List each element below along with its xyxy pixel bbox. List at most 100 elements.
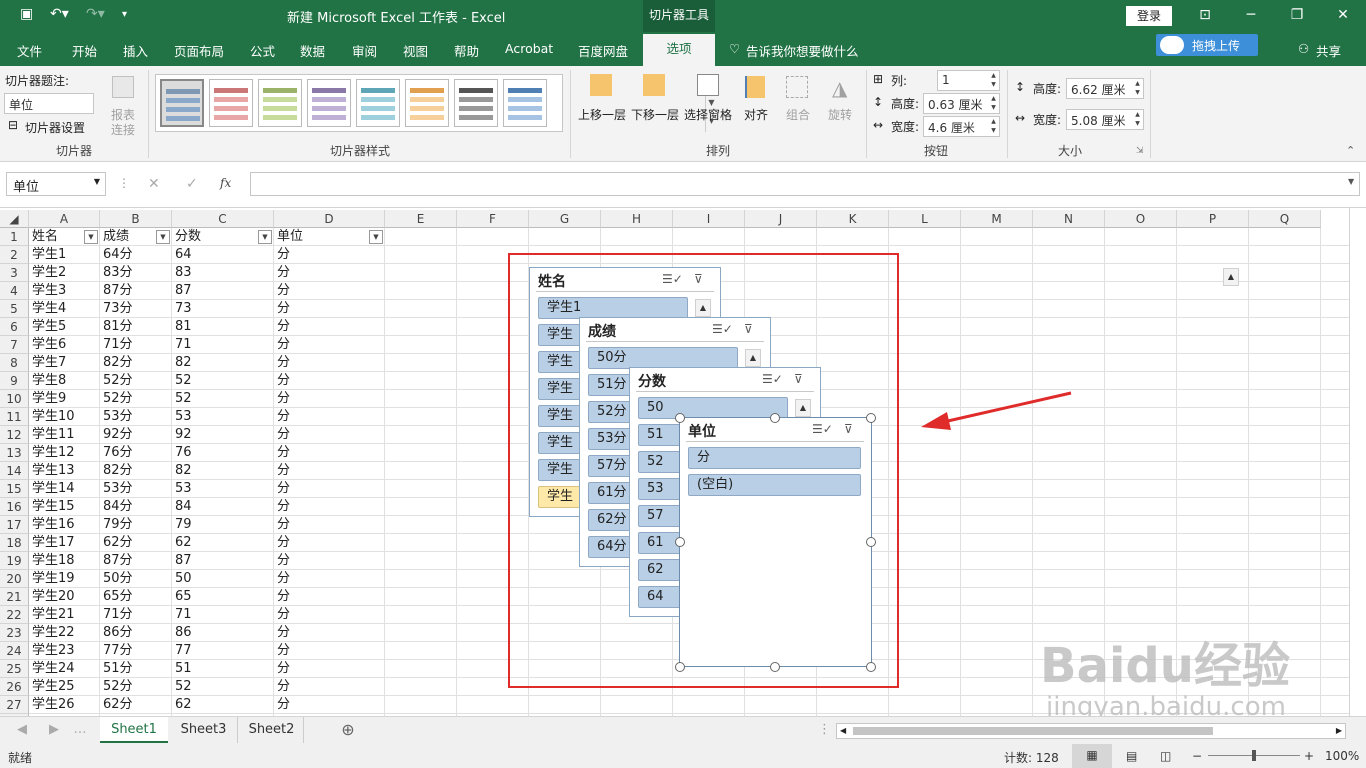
row-header[interactable]: 27 xyxy=(0,696,29,714)
row-header[interactable]: 24 xyxy=(0,642,29,660)
table-cell[interactable]: 71 xyxy=(172,606,274,624)
table-cell[interactable]: 分 xyxy=(274,624,385,642)
collapse-ribbon-icon[interactable]: ⌃ xyxy=(1346,144,1355,157)
tab-formulas[interactable]: 公式 xyxy=(250,41,275,60)
table-cell[interactable]: 学生25 xyxy=(29,678,100,696)
sheet-tab-sheet1[interactable]: Sheet1 xyxy=(100,717,168,743)
table-cell[interactable]: 65 xyxy=(172,588,274,606)
table-cell[interactable]: 学生5 xyxy=(29,318,100,336)
enter-icon[interactable]: ✓ xyxy=(186,176,198,192)
expand-formula-bar-icon[interactable]: ▼ xyxy=(1348,177,1354,186)
row-header[interactable]: 10 xyxy=(0,390,29,408)
tab-page-layout[interactable]: 页面布局 xyxy=(174,41,224,60)
table-cell[interactable]: 86 xyxy=(172,624,274,642)
column-header[interactable]: C xyxy=(172,210,274,228)
table-cell[interactable]: 87分 xyxy=(100,552,172,570)
table-cell[interactable]: 分 xyxy=(274,588,385,606)
button-height-spinner-icon[interactable]: ▲ ▼ xyxy=(988,94,999,113)
table-cell[interactable]: 学生7 xyxy=(29,354,100,372)
filter-dropdown-icon[interactable]: ▼ xyxy=(258,230,272,244)
table-cell[interactable]: 71分 xyxy=(100,606,172,624)
table-cell[interactable]: 84 xyxy=(172,498,274,516)
save-icon[interactable]: ▣ xyxy=(20,6,33,22)
scroll-left-icon[interactable]: ◀ xyxy=(840,726,846,735)
selection-pane-button[interactable]: 选择窗格 xyxy=(684,106,732,123)
tab-insert[interactable]: 插入 xyxy=(123,41,148,60)
table-cell[interactable]: 76分 xyxy=(100,444,172,462)
table-cell[interactable]: 82 xyxy=(172,462,274,480)
table-cell[interactable]: 学生15 xyxy=(29,498,100,516)
zoom-out-icon[interactable]: − xyxy=(1192,749,1202,763)
tab-help[interactable]: 帮助 xyxy=(454,41,479,60)
column-header[interactable]: N xyxy=(1033,210,1105,228)
column-header[interactable]: J xyxy=(745,210,817,228)
ribbon-display-options-icon[interactable]: ⊡ xyxy=(1182,0,1228,32)
table-cell[interactable]: 73分 xyxy=(100,300,172,318)
table-cell[interactable]: 分 xyxy=(274,678,385,696)
table-cell[interactable]: 学生26 xyxy=(29,696,100,714)
row-header[interactable]: 18 xyxy=(0,534,29,552)
row-header[interactable]: 15 xyxy=(0,480,29,498)
zoom-level[interactable]: 100% xyxy=(1325,749,1359,763)
login-button[interactable]: 登录 xyxy=(1126,6,1172,26)
slicer-scroll-up-icon[interactable]: ▲ xyxy=(1223,268,1239,286)
zoom-slider-thumb[interactable] xyxy=(1252,750,1256,761)
table-cell[interactable]: 77分 xyxy=(100,642,172,660)
zoom-in-icon[interactable]: + xyxy=(1304,749,1314,763)
slicer-style-swatch[interactable] xyxy=(209,79,253,127)
restore-icon[interactable]: ❐ xyxy=(1274,0,1320,32)
redo-icon[interactable]: ↷▾ xyxy=(86,6,105,22)
row-header[interactable]: 9 xyxy=(0,372,29,390)
table-cell[interactable]: 分 xyxy=(274,354,385,372)
table-cell[interactable]: 53分 xyxy=(100,408,172,426)
table-cell[interactable]: 分 xyxy=(274,408,385,426)
table-cell[interactable]: 分 xyxy=(274,336,385,354)
column-header[interactable]: G xyxy=(529,210,601,228)
table-cell[interactable]: 86分 xyxy=(100,624,172,642)
table-cell[interactable]: 52分 xyxy=(100,390,172,408)
normal-view-icon[interactable]: ▦ xyxy=(1072,744,1112,768)
column-header[interactable]: L xyxy=(889,210,961,228)
cancel-icon[interactable]: ✕ xyxy=(148,176,160,192)
table-cell[interactable]: 51 xyxy=(172,660,274,678)
table-cell[interactable]: 分 xyxy=(274,498,385,516)
table-cell[interactable]: 71 xyxy=(172,336,274,354)
table-cell[interactable]: 82 xyxy=(172,354,274,372)
sheet-tab-sheet2[interactable]: Sheet2 xyxy=(240,717,304,743)
size-dialog-launcher-icon[interactable]: ⇲ xyxy=(1136,146,1144,156)
table-cell[interactable]: 分 xyxy=(274,570,385,588)
size-height-input[interactable]: 6.62 厘米 ▲ ▼ xyxy=(1066,78,1144,99)
table-cell[interactable]: 分 xyxy=(274,318,385,336)
table-cell[interactable]: 学生9 xyxy=(29,390,100,408)
table-cell[interactable]: 92分 xyxy=(100,426,172,444)
slicer-settings-button[interactable]: 切片器设置 xyxy=(25,119,85,136)
slicer-settings-icon[interactable]: ⊟ xyxy=(8,118,18,132)
formula-input[interactable] xyxy=(250,172,1360,196)
columns-input[interactable]: 1 ▲ ▼ xyxy=(937,70,1000,91)
filter-dropdown-icon[interactable]: ▼ xyxy=(156,230,170,244)
page-layout-view-icon[interactable]: ▤ xyxy=(1126,749,1137,763)
table-cell[interactable]: 学生4 xyxy=(29,300,100,318)
close-icon[interactable]: ✕ xyxy=(1320,0,1366,32)
header-cell[interactable]: 单位 xyxy=(274,228,369,246)
bring-forward-button[interactable]: 上移一层 xyxy=(578,106,626,123)
column-header[interactable]: P xyxy=(1177,210,1249,228)
header-cell[interactable]: 分数 xyxy=(172,228,258,246)
table-cell[interactable]: 学生10 xyxy=(29,408,100,426)
table-cell[interactable]: 82分 xyxy=(100,354,172,372)
table-cell[interactable]: 84分 xyxy=(100,498,172,516)
row-header[interactable]: 21 xyxy=(0,588,29,606)
table-cell[interactable]: 分 xyxy=(274,300,385,318)
table-cell[interactable]: 学生16 xyxy=(29,516,100,534)
table-cell[interactable]: 学生3 xyxy=(29,282,100,300)
row-header[interactable]: 13 xyxy=(0,444,29,462)
row-header[interactable]: 4 xyxy=(0,282,29,300)
row-header[interactable]: 12 xyxy=(0,426,29,444)
tab-baidu-netdisk[interactable]: 百度网盘 xyxy=(578,41,628,60)
name-box-dropdown-icon[interactable]: ▼ xyxy=(94,177,100,186)
row-header[interactable]: 19 xyxy=(0,552,29,570)
table-cell[interactable]: 53 xyxy=(172,480,274,498)
table-cell[interactable]: 52 xyxy=(172,390,274,408)
table-cell[interactable]: 62 xyxy=(172,534,274,552)
table-cell[interactable]: 52分 xyxy=(100,678,172,696)
